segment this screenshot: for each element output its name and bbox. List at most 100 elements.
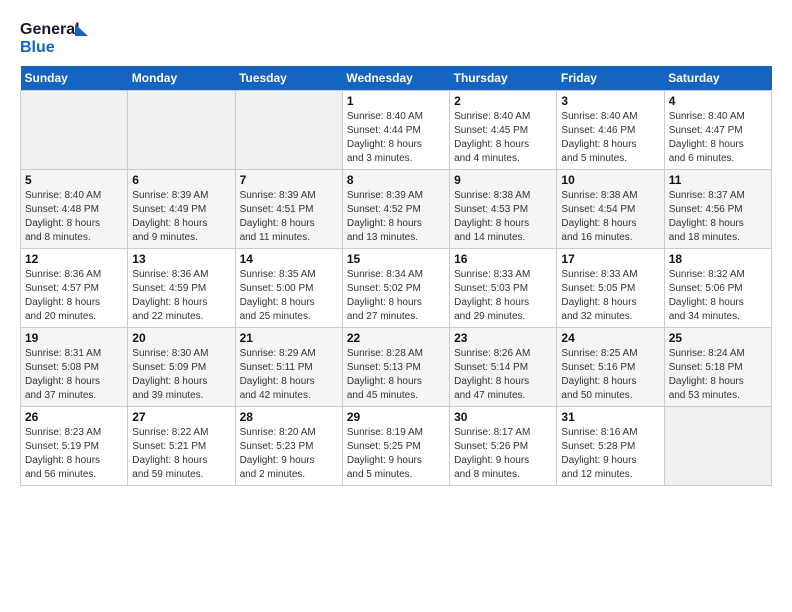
day-info: Sunrise: 8:34 AM Sunset: 5:02 PM Dayligh… [347,268,445,324]
calendar-cell: 19 Sunrise: 8:31 AM Sunset: 5:08 PM Dayli… [21,328,128,407]
day-number: 13 [132,252,230,266]
day-info: Sunrise: 8:16 AM Sunset: 5:28 PM Dayligh… [561,426,659,482]
day-number: 31 [561,410,659,424]
svg-text:General: General [20,21,80,38]
calendar-cell: 10 Sunrise: 8:38 AM Sunset: 4:54 PM Dayli… [557,170,664,249]
calendar-cell: 31 Sunrise: 8:16 AM Sunset: 5:28 PM Dayli… [557,407,664,486]
day-number: 6 [132,173,230,187]
day-info: Sunrise: 8:40 AM Sunset: 4:45 PM Dayligh… [454,110,552,166]
day-info: Sunrise: 8:37 AM Sunset: 4:56 PM Dayligh… [669,189,767,245]
day-number: 4 [669,94,767,108]
day-number: 1 [347,94,445,108]
day-number: 23 [454,331,552,345]
weekday-header-tuesday: Tuesday [235,66,342,91]
calendar-cell: 9 Sunrise: 8:38 AM Sunset: 4:53 PM Daylig… [450,170,557,249]
calendar-cell: 11Sunrise: 8:37 AM Sunset: 4:56 PM Dayli… [664,170,771,249]
day-info: Sunrise: 8:19 AM Sunset: 5:25 PM Dayligh… [347,426,445,482]
calendar-header: SundayMondayTuesdayWednesdayThursdayFrid… [21,66,772,91]
calendar-cell: 24Sunrise: 8:25 AM Sunset: 5:16 PM Dayli… [557,328,664,407]
weekday-header-monday: Monday [128,66,235,91]
day-number: 30 [454,410,552,424]
calendar-cell: 17Sunrise: 8:33 AM Sunset: 5:05 PM Dayli… [557,249,664,328]
day-info: Sunrise: 8:26 AM Sunset: 5:14 PM Dayligh… [454,347,552,403]
day-info: Sunrise: 8:24 AM Sunset: 5:18 PM Dayligh… [669,347,767,403]
calendar-cell: 29 Sunrise: 8:19 AM Sunset: 5:25 PM Dayli… [342,407,449,486]
day-number: 21 [240,331,338,345]
calendar-cell: 14 Sunrise: 8:35 AM Sunset: 5:00 PM Dayli… [235,249,342,328]
weekday-header-wednesday: Wednesday [342,66,449,91]
calendar-cell [235,91,342,170]
calendar-cell: 12Sunrise: 8:36 AM Sunset: 4:57 PM Dayli… [21,249,128,328]
day-number: 20 [132,331,230,345]
calendar-cell: 22 Sunrise: 8:28 AM Sunset: 5:13 PM Dayli… [342,328,449,407]
calendar-cell [664,407,771,486]
day-info: Sunrise: 8:35 AM Sunset: 5:00 PM Dayligh… [240,268,338,324]
day-number: 29 [347,410,445,424]
day-info: Sunrise: 8:39 AM Sunset: 4:52 PM Dayligh… [347,189,445,245]
day-info: Sunrise: 8:38 AM Sunset: 4:53 PM Dayligh… [454,189,552,245]
calendar-cell: 15 Sunrise: 8:34 AM Sunset: 5:02 PM Dayli… [342,249,449,328]
day-info: Sunrise: 8:22 AM Sunset: 5:21 PM Dayligh… [132,426,230,482]
day-info: Sunrise: 8:40 AM Sunset: 4:48 PM Dayligh… [25,189,123,245]
calendar-cell: 21Sunrise: 8:29 AM Sunset: 5:11 PM Dayli… [235,328,342,407]
day-number: 26 [25,410,123,424]
header: GeneralBlue [20,16,772,56]
day-number: 2 [454,94,552,108]
calendar-cell: 6 Sunrise: 8:39 AM Sunset: 4:49 PM Daylig… [128,170,235,249]
day-info: Sunrise: 8:23 AM Sunset: 5:19 PM Dayligh… [25,426,123,482]
day-number: 15 [347,252,445,266]
svg-text:Blue: Blue [20,39,55,56]
calendar-cell: 8 Sunrise: 8:39 AM Sunset: 4:52 PM Daylig… [342,170,449,249]
weekday-header-sunday: Sunday [21,66,128,91]
day-number: 5 [25,173,123,187]
day-number: 24 [561,331,659,345]
week-row-3: 12Sunrise: 8:36 AM Sunset: 4:57 PM Dayli… [21,249,772,328]
calendar-cell: 30 Sunrise: 8:17 AM Sunset: 5:26 PM Dayli… [450,407,557,486]
calendar-cell: 26 Sunrise: 8:23 AM Sunset: 5:19 PM Dayli… [21,407,128,486]
day-info: Sunrise: 8:17 AM Sunset: 5:26 PM Dayligh… [454,426,552,482]
day-info: Sunrise: 8:30 AM Sunset: 5:09 PM Dayligh… [132,347,230,403]
calendar-cell: 16Sunrise: 8:33 AM Sunset: 5:03 PM Dayli… [450,249,557,328]
calendar-cell: 7 Sunrise: 8:39 AM Sunset: 4:51 PM Daylig… [235,170,342,249]
day-number: 28 [240,410,338,424]
calendar-cell: 25Sunrise: 8:24 AM Sunset: 5:18 PM Dayli… [664,328,771,407]
calendar-cell: 4 Sunrise: 8:40 AM Sunset: 4:47 PM Daylig… [664,91,771,170]
day-info: Sunrise: 8:20 AM Sunset: 5:23 PM Dayligh… [240,426,338,482]
day-number: 16 [454,252,552,266]
day-info: Sunrise: 8:28 AM Sunset: 5:13 PM Dayligh… [347,347,445,403]
calendar-cell: 27Sunrise: 8:22 AM Sunset: 5:21 PM Dayli… [128,407,235,486]
day-number: 3 [561,94,659,108]
page: GeneralBlue SundayMondayTuesdayWednesday… [0,0,792,612]
weekday-header-saturday: Saturday [664,66,771,91]
day-info: Sunrise: 8:36 AM Sunset: 4:57 PM Dayligh… [25,268,123,324]
calendar-table: SundayMondayTuesdayWednesdayThursdayFrid… [20,66,772,486]
calendar-cell [21,91,128,170]
day-number: 9 [454,173,552,187]
day-number: 14 [240,252,338,266]
calendar-cell: 23 Sunrise: 8:26 AM Sunset: 5:14 PM Dayli… [450,328,557,407]
day-number: 8 [347,173,445,187]
day-info: Sunrise: 8:36 AM Sunset: 4:59 PM Dayligh… [132,268,230,324]
calendar-cell: 3Sunrise: 8:40 AM Sunset: 4:46 PM Daylig… [557,91,664,170]
weekday-header-row: SundayMondayTuesdayWednesdayThursdayFrid… [21,66,772,91]
day-info: Sunrise: 8:39 AM Sunset: 4:51 PM Dayligh… [240,189,338,245]
day-info: Sunrise: 8:38 AM Sunset: 4:54 PM Dayligh… [561,189,659,245]
calendar-cell: 1Sunrise: 8:40 AM Sunset: 4:44 PM Daylig… [342,91,449,170]
calendar-cell [128,91,235,170]
logo-icon: GeneralBlue [20,16,100,56]
day-info: Sunrise: 8:39 AM Sunset: 4:49 PM Dayligh… [132,189,230,245]
day-number: 22 [347,331,445,345]
week-row-5: 26 Sunrise: 8:23 AM Sunset: 5:19 PM Dayli… [21,407,772,486]
weekday-header-thursday: Thursday [450,66,557,91]
logo: GeneralBlue [20,16,100,56]
day-number: 19 [25,331,123,345]
day-info: Sunrise: 8:31 AM Sunset: 5:08 PM Dayligh… [25,347,123,403]
day-number: 10 [561,173,659,187]
calendar-cell: 18Sunrise: 8:32 AM Sunset: 5:06 PM Dayli… [664,249,771,328]
day-number: 17 [561,252,659,266]
calendar-body: 1Sunrise: 8:40 AM Sunset: 4:44 PM Daylig… [21,91,772,486]
day-info: Sunrise: 8:40 AM Sunset: 4:47 PM Dayligh… [669,110,767,166]
day-number: 7 [240,173,338,187]
week-row-1: 1Sunrise: 8:40 AM Sunset: 4:44 PM Daylig… [21,91,772,170]
weekday-header-friday: Friday [557,66,664,91]
